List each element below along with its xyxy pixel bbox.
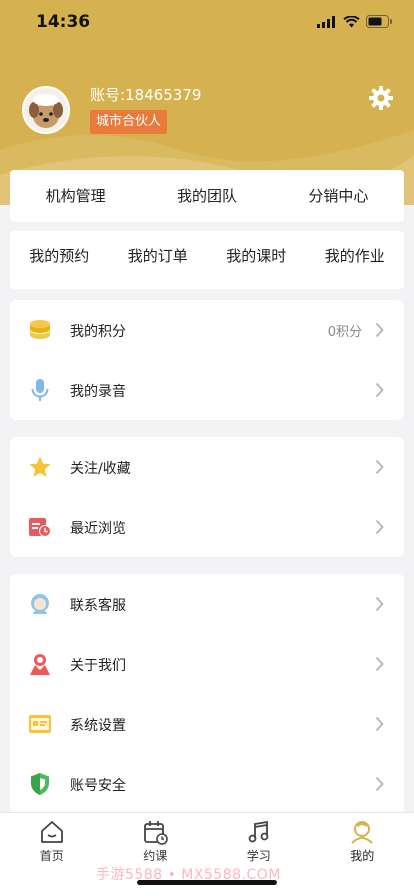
menu-item-recently-viewed[interactable]: 最近浏览 bbox=[10, 497, 404, 557]
menu-label: 我的录音 bbox=[70, 384, 126, 400]
menu-label: 账号安全 bbox=[70, 778, 126, 794]
system-settings-icon bbox=[29, 715, 51, 733]
calendar-icon bbox=[144, 821, 169, 845]
menu-label: 系统设置 bbox=[70, 718, 126, 734]
avatar[interactable] bbox=[22, 86, 70, 134]
favorites-history-card: 关注/收藏 最近浏览 bbox=[10, 437, 404, 557]
home-icon bbox=[40, 821, 63, 843]
menu-label: 最近浏览 bbox=[70, 521, 126, 537]
chevron-right-icon bbox=[375, 716, 384, 732]
points-value: 0积分 bbox=[327, 325, 362, 340]
microphone-icon bbox=[31, 379, 49, 401]
shield-icon bbox=[31, 773, 49, 795]
tab-label: 学习 bbox=[246, 849, 271, 863]
tab-mine[interactable]: 我的 bbox=[311, 813, 414, 896]
battery-icon bbox=[366, 15, 392, 28]
coins-icon bbox=[30, 320, 50, 339]
wifi-icon bbox=[343, 15, 360, 27]
points-recording-card: 我的积分 0积分 我的录音 bbox=[10, 300, 404, 420]
nav-distribution-center[interactable]: 分销中心 bbox=[273, 170, 404, 222]
role-badge: 城市合伙人 bbox=[90, 110, 168, 134]
menu-item-system-settings[interactable]: 系统设置 bbox=[10, 694, 404, 754]
chevron-right-icon bbox=[375, 459, 384, 475]
about-us-icon bbox=[30, 654, 50, 675]
top-nav-card: 机构管理 我的团队 分销中心 bbox=[10, 170, 404, 222]
menu-label: 关注/收藏 bbox=[70, 461, 131, 477]
home-indicator bbox=[137, 880, 277, 885]
chevron-right-icon bbox=[375, 322, 384, 338]
history-icon bbox=[29, 518, 51, 537]
quick-nav-card: 我的预约 我的订单 我的课时 我的作业 bbox=[10, 231, 404, 289]
menu-item-my-recordings[interactable]: 我的录音 bbox=[10, 360, 404, 420]
tab-label: 约课 bbox=[143, 849, 168, 863]
nav-institution-management[interactable]: 机构管理 bbox=[10, 170, 141, 222]
service-settings-card: 联系客服 关于我们 系统设置 账号安全 bbox=[10, 574, 404, 814]
chevron-right-icon bbox=[375, 776, 384, 792]
menu-item-customer-service[interactable]: 联系客服 bbox=[10, 574, 404, 634]
signal-icon bbox=[317, 15, 335, 28]
nav-my-homework[interactable]: 我的作业 bbox=[306, 231, 405, 289]
chevron-right-icon bbox=[375, 519, 384, 535]
nav-my-lessons[interactable]: 我的课时 bbox=[207, 231, 306, 289]
dog-avatar-icon bbox=[24, 88, 68, 132]
account-number: 账号:18465379 bbox=[90, 86, 202, 104]
status-time: 14:36 bbox=[36, 12, 91, 32]
chevron-right-icon bbox=[375, 382, 384, 398]
tab-label: 我的 bbox=[350, 849, 375, 863]
menu-label: 关于我们 bbox=[70, 658, 126, 674]
customer-service-icon bbox=[31, 594, 49, 614]
star-icon bbox=[29, 456, 51, 477]
chevron-right-icon bbox=[375, 596, 384, 612]
tab-label: 首页 bbox=[39, 849, 64, 863]
nav-my-orders[interactable]: 我的订单 bbox=[109, 231, 208, 289]
settings-gear-icon[interactable] bbox=[368, 85, 394, 111]
menu-item-my-points[interactable]: 我的积分 0积分 bbox=[10, 300, 404, 360]
tab-home[interactable]: 首页 bbox=[0, 813, 104, 896]
menu-item-account-security[interactable]: 账号安全 bbox=[10, 754, 404, 814]
nav-my-team[interactable]: 我的团队 bbox=[141, 170, 272, 222]
menu-label: 联系客服 bbox=[70, 598, 126, 614]
profile-icon bbox=[351, 821, 373, 844]
menu-item-about-us[interactable]: 关于我们 bbox=[10, 634, 404, 694]
menu-item-follow-favorites[interactable]: 关注/收藏 bbox=[10, 437, 404, 497]
menu-label: 我的积分 bbox=[70, 324, 126, 340]
status-bar: 14:36 bbox=[0, 0, 414, 44]
chevron-right-icon bbox=[375, 656, 384, 672]
music-note-icon bbox=[248, 820, 269, 843]
nav-my-appointments[interactable]: 我的预约 bbox=[10, 231, 109, 289]
